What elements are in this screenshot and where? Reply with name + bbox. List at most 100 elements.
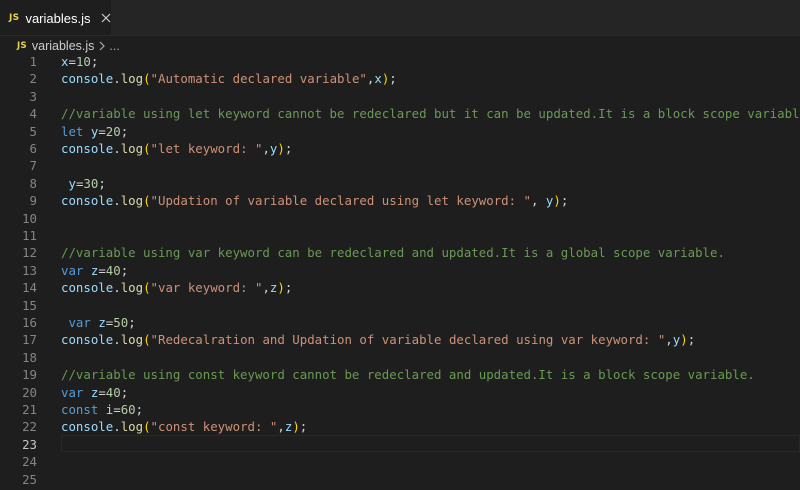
breadcrumb-symbols[interactable]: ... — [109, 39, 119, 53]
code-token: = — [98, 262, 106, 278]
line-number: 7 — [29, 158, 37, 174]
code-token: ; — [560, 193, 569, 209]
code-token: console — [61, 332, 114, 348]
code-line[interactable]: 2 console.log("Automatic declared variabl… — [0, 70, 800, 87]
editor-tab-bar: JS variables.js — [0, 0, 800, 36]
code-token: 40 — [105, 262, 121, 278]
code-token: . — [113, 71, 121, 87]
code-token: ( — [143, 419, 151, 435]
line-number: 5 — [29, 123, 37, 139]
code-text: console.log("let keyword: ",y); — [61, 140, 292, 157]
line-number: 21 — [22, 402, 37, 417]
code-token: console — [61, 280, 114, 296]
code-token: "Updation of variable declared using let… — [150, 193, 531, 209]
code-token: ; — [284, 280, 293, 296]
line-number: 6 — [29, 141, 37, 156]
line-number: 24 — [22, 454, 37, 470]
code-line[interactable]: 1 x=10; — [0, 53, 800, 70]
code-token: log — [120, 71, 144, 87]
code-line[interactable]: 10 — [0, 210, 800, 227]
javascript-file-icon: JS — [9, 13, 20, 23]
line-number: 15 — [22, 297, 37, 313]
code-token: x — [374, 71, 382, 87]
code-line[interactable]: 17 console.log("Redecalration and Updatio… — [0, 331, 800, 348]
tab-variables-js[interactable]: JS variables.js — [0, 0, 112, 35]
code-line[interactable]: 25 — [0, 471, 800, 488]
code-line[interactable]: 20 var z=40; — [0, 384, 800, 401]
code-token: ) — [292, 419, 300, 435]
code-token: var — [61, 262, 84, 278]
code-line[interactable]: 4 //variable using let keyword cannot be … — [0, 105, 800, 122]
code-token: ; — [120, 123, 129, 139]
code-line[interactable]: 15 — [0, 297, 800, 314]
code-line[interactable]: 23 — [0, 434, 800, 453]
code-token: ( — [143, 193, 151, 209]
code-line[interactable]: 9 console.log("Updation of variable decla… — [0, 192, 800, 209]
code-token: log — [120, 280, 144, 296]
code-line[interactable]: 21 const i=60; — [0, 401, 800, 418]
close-icon[interactable] — [100, 10, 111, 26]
code-token: 50 — [113, 315, 129, 330]
code-text: const i=60; — [61, 401, 143, 418]
code-token: ) — [277, 280, 285, 296]
code-line[interactable]: 24 — [0, 453, 800, 470]
code-token: . — [113, 193, 121, 209]
code-token: ; — [90, 54, 99, 69]
code-token: ; — [299, 419, 308, 435]
code-token: var — [68, 315, 91, 330]
code-token: ; — [687, 332, 696, 348]
code-line[interactable]: 16 var z=50; — [0, 314, 800, 331]
code-line[interactable]: 18 — [0, 349, 800, 366]
code-token: console — [61, 71, 114, 87]
code-token: ; — [284, 141, 293, 156]
code-line[interactable]: 19 //variable using const keyword cannot … — [0, 366, 800, 383]
code-token: ( — [143, 71, 151, 87]
code-token: . — [113, 332, 121, 348]
code-token: 30 — [83, 175, 99, 191]
code-token: console — [61, 141, 114, 156]
code-text: var z=50; — [61, 314, 135, 331]
code-line[interactable]: 8 y=30; — [0, 175, 800, 192]
line-number: 17 — [22, 332, 37, 348]
line-number: 20 — [22, 384, 37, 400]
code-token: = — [68, 54, 76, 69]
code-text: console.log("Updation of variable declar… — [61, 192, 568, 209]
line-number: 8 — [29, 175, 37, 191]
code-text: console.log("Redecalration and Updation … — [61, 331, 695, 348]
breadcrumb-file[interactable]: variables.js — [32, 39, 95, 53]
code-token: var — [61, 384, 84, 400]
code-token: ) — [680, 332, 688, 348]
code-token: "Redecalration and Updation of variable … — [150, 332, 666, 348]
code-line[interactable]: 13 var z=40; — [0, 262, 800, 279]
code-text: var z=40; — [61, 384, 128, 401]
code-token: log — [120, 141, 144, 156]
code-token: ; — [135, 402, 144, 417]
code-token: ; — [98, 175, 106, 191]
code-editor[interactable]: 1 x=10; 2 console.log("Automatic declared v… — [0, 53, 800, 490]
code-line[interactable]: 11 — [0, 227, 800, 244]
code-line[interactable]: 14 console.log("var keyword: ",z); — [0, 279, 800, 296]
code-token: 20 — [105, 123, 121, 139]
code-token: "let keyword: " — [150, 141, 263, 156]
code-line[interactable]: 6 console.log("let keyword: ",y); — [0, 140, 800, 157]
code-line[interactable]: 22 console.log("const keyword: ",z); — [0, 418, 800, 435]
javascript-file-icon: JS — [17, 41, 27, 51]
code-token: z — [98, 315, 106, 330]
code-token: ( — [143, 141, 151, 156]
code-token: = — [98, 384, 106, 400]
code-token: //variable using let keyword cannot be r… — [61, 106, 800, 122]
code-token: ; — [389, 71, 397, 87]
code-token: const — [61, 402, 99, 417]
code-token: "Automatic declared variable" — [150, 71, 367, 87]
code-token: , — [262, 280, 270, 296]
line-number: 22 — [22, 419, 37, 435]
code-text: console.log("const keyword: ",z); — [61, 418, 307, 435]
code-line[interactable]: 7 — [0, 157, 800, 174]
code-token: "var keyword: " — [150, 280, 263, 296]
code-line[interactable]: 5 let y=20; — [0, 123, 800, 140]
chevron-right-icon — [98, 41, 106, 51]
code-line[interactable]: 3 — [0, 88, 800, 105]
code-line[interactable]: 12 //variable using var keyword can be re… — [0, 244, 800, 261]
